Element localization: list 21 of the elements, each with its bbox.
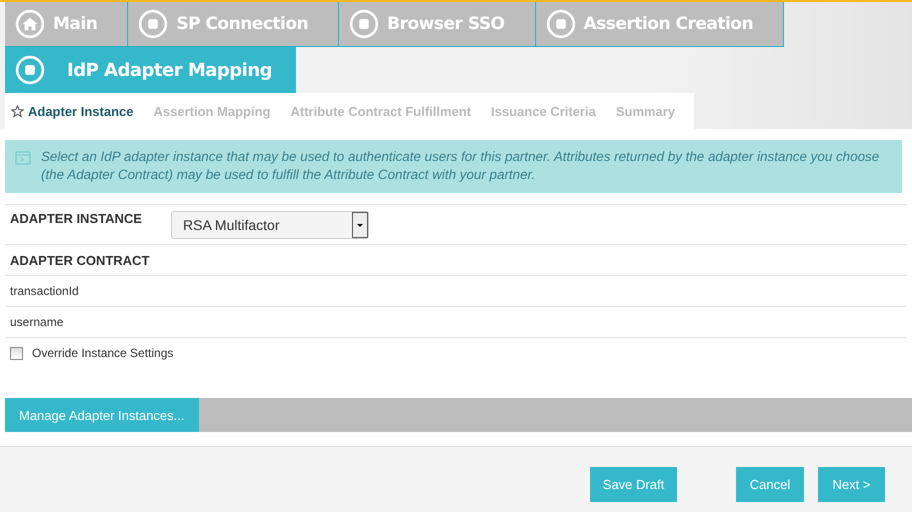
breadcrumb-tab[interactable]: SP Connection xyxy=(128,2,340,47)
breadcrumb-tab[interactable]: Assertion Creation xyxy=(536,2,784,47)
adapter-select[interactable]: RSA Multifactor xyxy=(171,211,369,239)
footer-button[interactable]: Save Draft xyxy=(590,466,677,502)
step-tab[interactable]: Adapter Instance xyxy=(11,104,144,118)
breadcrumb-tab[interactable]: Browser SSO xyxy=(339,2,536,47)
footer-button[interactable]: Cancel xyxy=(736,466,804,502)
breadcrumb-tab[interactable]: Main xyxy=(5,2,128,47)
attribute-name: transactionId xyxy=(10,284,79,298)
field-label: ADAPTER INSTANCE xyxy=(10,211,143,226)
info-text: Select an IdP adapter instance that may be used to authenticate users for this partner. Attributes returned by the adapter instance you choose (the Adapter Contract) may be used to fulfill the Attribute Contract with your partner. xyxy=(41,148,880,184)
footer-button[interactable]: Next > xyxy=(818,466,885,502)
checkbox-label: Override Instance Settings xyxy=(32,346,174,360)
step-tab[interactable]: Assertion Mapping xyxy=(143,104,280,118)
step-tab[interactable]: Attribute Contract Fulfillment xyxy=(280,104,482,118)
breadcrumb-tab[interactable]: IdP Adapter Mapping xyxy=(5,47,296,93)
manage-button[interactable]: Manage Adapter Instances... xyxy=(5,398,198,432)
step-tab[interactable]: Summary xyxy=(606,104,686,118)
attribute-name: username xyxy=(10,315,64,329)
section-heading: ADAPTER CONTRACT xyxy=(10,252,150,268)
step-tab[interactable]: Issuance Criteria xyxy=(481,104,606,118)
